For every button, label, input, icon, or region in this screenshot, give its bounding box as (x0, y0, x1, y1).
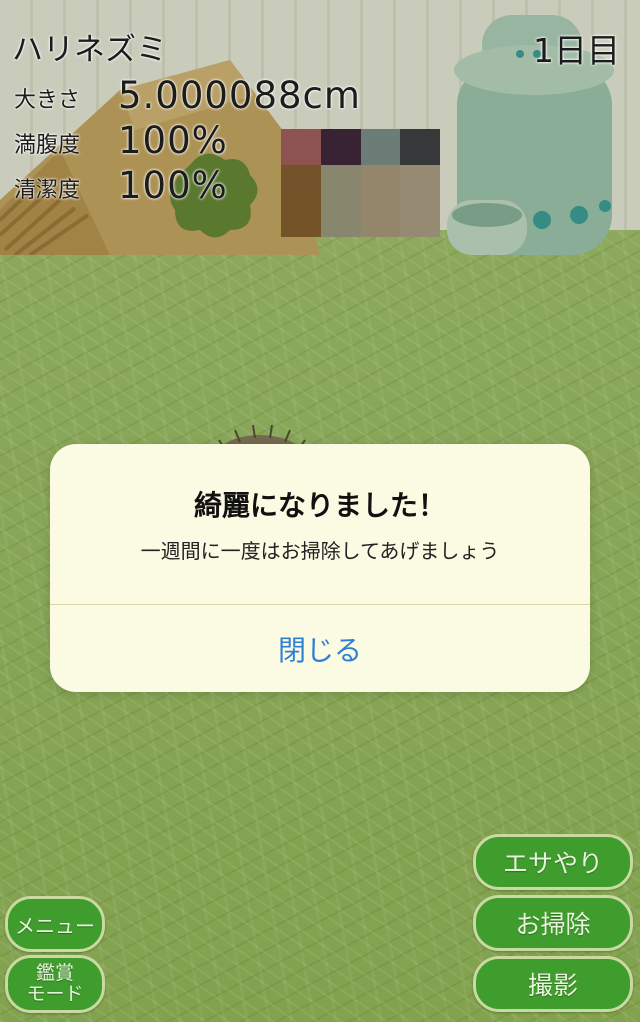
dialog-title: 綺麗になりました！ (193, 489, 446, 522)
menu-button[interactable]: メニュー (5, 896, 105, 952)
close-button[interactable]: 閉じる (50, 605, 590, 692)
dialog-message: 一週間に一度はお掃除してあげましょう (140, 539, 500, 563)
view-mode-button[interactable]: 鑑賞 モード (5, 955, 105, 1013)
fullness-label: 満腹度 (14, 133, 81, 158)
fullness-value: 100% (118, 119, 228, 162)
size-label: 大きさ (14, 88, 81, 113)
cleanliness-value: 100% (118, 164, 228, 207)
alert-dialog: 綺麗になりました！ 一週間に一度はお掃除してあげましょう 閉じる (50, 444, 590, 692)
feed-button[interactable]: エサやり (473, 834, 633, 890)
clean-button[interactable]: お掃除 (473, 895, 633, 951)
photo-button[interactable]: 撮影 (473, 956, 633, 1012)
animal-name: ハリネズミ (12, 32, 167, 68)
size-value: 5.000088cm (118, 74, 361, 117)
view-mode-label-line1: 鑑賞 (35, 962, 74, 984)
view-mode-label-line2: モード (26, 983, 84, 1005)
cleanliness-label: 清潔度 (14, 178, 81, 203)
day-counter: 1日目 (533, 31, 620, 70)
